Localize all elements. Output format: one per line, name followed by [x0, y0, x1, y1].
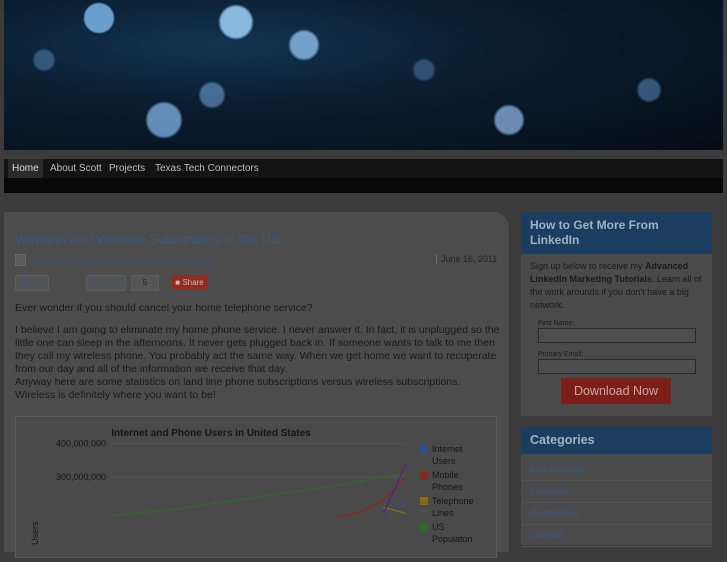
- facebook-icon: ▩: [20, 278, 30, 287]
- categories-widget: Categories best practices Featured Googl…: [521, 427, 712, 547]
- tweet-button[interactable]: ✿ Tweet: [86, 275, 127, 291]
- chart-legend-label: Populaton: [432, 534, 473, 544]
- post-categories: Featured, marketing automation, Social M…: [15, 254, 213, 266]
- chart-legend-label: Internet: [432, 444, 463, 454]
- main-nav: Home About Scott Projects Texas Tech Con…: [4, 159, 723, 178]
- nav-home[interactable]: Home: [8, 159, 43, 178]
- document-icon: [15, 254, 26, 266]
- categories-title: Categories: [521, 427, 712, 454]
- category-link-linkedin[interactable]: LinkedIn: [521, 525, 712, 547]
- chart-legend-label: US: [432, 522, 445, 532]
- category-link-featured[interactable]: Featured: [521, 481, 712, 503]
- post-question: Ever wonder if you should cancel your ho…: [15, 302, 313, 314]
- chart-y-axis-label: Users: [30, 521, 40, 545]
- post-date: June 16, 2011: [436, 254, 497, 264]
- nav-projects[interactable]: Projects: [105, 159, 149, 178]
- chart-legend-label: Telephone: [432, 496, 474, 506]
- chart-legend-label: Users: [432, 456, 456, 466]
- first-name-label: First Name:: [538, 320, 575, 327]
- chart-y-tick-label: 300,000,000: [56, 472, 106, 482]
- chart-legend-swatch: [420, 497, 428, 505]
- tweet-count: 5: [131, 275, 159, 291]
- chart-legend-swatch: [420, 471, 428, 479]
- promo-description: Sign up below to receive my Advanced Lin…: [530, 261, 702, 310]
- chart-svg: Internet and Phone Users in United State…: [30, 428, 474, 545]
- email-field[interactable]: [538, 359, 696, 374]
- twitter-icon: ✿: [91, 278, 100, 287]
- chart-title: Internet and Phone Users in United State…: [111, 428, 311, 439]
- chart-legend-label: Mobile: [432, 470, 459, 480]
- chart-series-line: [110, 473, 407, 517]
- download-now-button[interactable]: Download Now: [561, 378, 671, 404]
- chart-legend-label: Lines: [432, 508, 454, 518]
- chart-y-tick-label: 400,000,000: [56, 439, 106, 449]
- nav-texas-tech-connectors[interactable]: Texas Tech Connectors: [151, 159, 263, 178]
- promo-title: How to Get More From LinkedIn: [521, 212, 712, 254]
- post-body: Ever wonder if you should cancel your ho…: [15, 302, 500, 402]
- post-paragraph: I believe I am going to eliminate my hom…: [15, 324, 500, 401]
- email-label: Primary Email:: [538, 351, 584, 358]
- linkedin-promo-widget: How to Get More From LinkedIn Sign up be…: [521, 212, 712, 416]
- nav-about-scott[interactable]: About Scott: [46, 159, 106, 178]
- nav-sub-bar: [4, 178, 723, 193]
- share-button[interactable]: ■ Share: [171, 275, 208, 290]
- category-link-googledocs[interactable]: GoogleDocs: [521, 503, 712, 525]
- facebook-like-button[interactable]: ▩ Like: [15, 275, 50, 291]
- chart-legend-label: Phones: [432, 482, 463, 492]
- post-title[interactable]: Wireless and Wireline Subscribers in the…: [15, 232, 280, 247]
- chart-legend-swatch: [420, 445, 428, 453]
- header-banner: [4, 0, 723, 150]
- first-name-field[interactable]: [538, 328, 696, 343]
- post-category-links[interactable]: Featured, marketing automation, Social M…: [29, 256, 213, 266]
- users-chart: Internet and Phone Users in United State…: [15, 416, 497, 558]
- category-link-best-practices[interactable]: best practices: [521, 459, 712, 481]
- chart-legend-swatch: [420, 523, 428, 531]
